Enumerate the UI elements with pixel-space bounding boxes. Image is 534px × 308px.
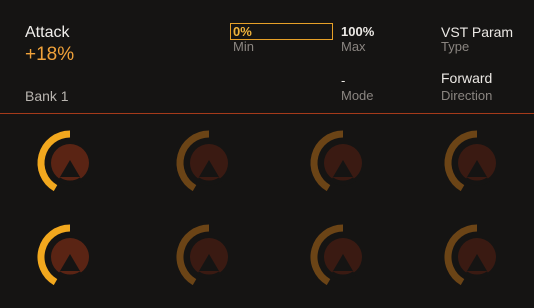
parameter-value: +18%: [25, 44, 75, 65]
knob-grid: [0, 114, 534, 308]
knob-graphic: [176, 130, 228, 192]
max-value[interactable]: 100%: [341, 24, 374, 39]
knob-r2c1[interactable]: [35, 222, 105, 292]
direction-label: Direction: [441, 88, 493, 103]
max-label: Max: [341, 39, 366, 54]
knob-graphic: [37, 130, 89, 192]
knob-graphic: [444, 130, 496, 192]
knob-graphic: [444, 224, 496, 286]
knob-r2c3[interactable]: [308, 222, 378, 292]
knob-r2c2[interactable]: [174, 222, 244, 292]
knob-r2c4[interactable]: [442, 222, 512, 292]
parameter-header: Attack +18% Bank 1 0% Min 100% Max - Mod…: [0, 0, 534, 113]
knob-r1c2[interactable]: [174, 128, 244, 198]
bank-label: Bank 1: [25, 88, 69, 104]
knob-graphic: [37, 224, 89, 286]
direction-value[interactable]: Forward: [441, 70, 492, 86]
type-value[interactable]: VST Param: [441, 24, 513, 40]
min-label: Min: [233, 39, 254, 54]
knob-graphic: [310, 130, 362, 192]
min-value[interactable]: 0%: [233, 24, 252, 39]
knob-r1c3[interactable]: [308, 128, 378, 198]
parameter-name: Attack: [25, 24, 70, 41]
knob-graphic: [176, 224, 228, 286]
mode-value[interactable]: -: [341, 73, 345, 88]
knob-r1c4[interactable]: [442, 128, 512, 198]
knob-graphic: [310, 224, 362, 286]
type-label: Type: [441, 39, 470, 54]
knob-r1c1[interactable]: [35, 128, 105, 198]
mode-label: Mode: [341, 88, 374, 103]
